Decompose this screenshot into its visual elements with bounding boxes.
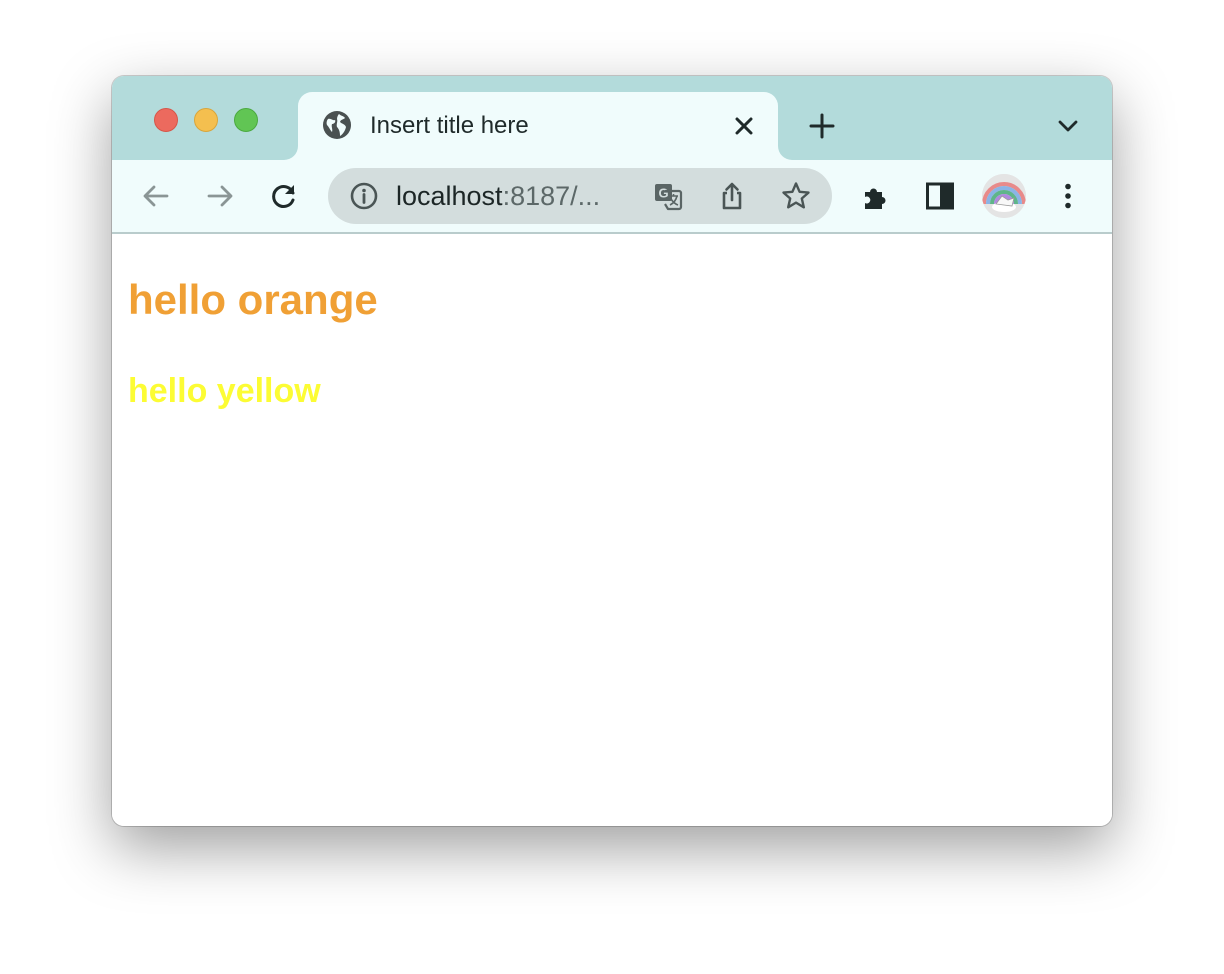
tab-strip: Insert title here: [112, 76, 1112, 162]
share-icon[interactable]: [716, 180, 748, 212]
active-tab[interactable]: Insert title here: [298, 92, 778, 162]
forward-arrow-icon[interactable]: [204, 180, 236, 212]
close-tab-icon[interactable]: [730, 112, 758, 140]
info-icon[interactable]: [348, 180, 380, 212]
profile-picture-icon: [982, 174, 1026, 218]
more-menu-icon[interactable]: [1052, 180, 1084, 212]
url-path: :8187/...: [502, 181, 601, 211]
tab-title: Insert title here: [370, 112, 529, 139]
url-text[interactable]: localhost:8187/...: [396, 180, 600, 212]
svg-text:G: G: [658, 186, 668, 201]
close-window-button[interactable]: [154, 108, 178, 132]
back-arrow-icon[interactable]: [140, 180, 172, 212]
heading-yellow: hello yellow: [128, 372, 321, 410]
browser-window: Insert title here localhost:8187/... G h…: [112, 76, 1112, 826]
minimize-window-button[interactable]: [194, 108, 218, 132]
chevron-down-icon[interactable]: [1056, 114, 1080, 138]
extensions-icon[interactable]: [860, 180, 892, 212]
globe-icon: [323, 111, 351, 139]
new-tab-icon[interactable]: [806, 110, 838, 142]
page-content: hello orange hello yellow: [112, 234, 1112, 826]
profile-avatar[interactable]: [982, 174, 1026, 218]
browser-toolbar: localhost:8187/... G: [112, 160, 1112, 234]
url-host: localhost: [396, 181, 503, 211]
star-icon[interactable]: [780, 180, 812, 212]
translate-icon[interactable]: G: [652, 180, 684, 212]
heading-orange: hello orange: [128, 276, 378, 323]
address-bar[interactable]: localhost:8187/... G: [328, 168, 832, 224]
maximize-window-button[interactable]: [234, 108, 258, 132]
reload-icon[interactable]: [268, 180, 300, 212]
side-panel-icon[interactable]: [924, 180, 956, 212]
